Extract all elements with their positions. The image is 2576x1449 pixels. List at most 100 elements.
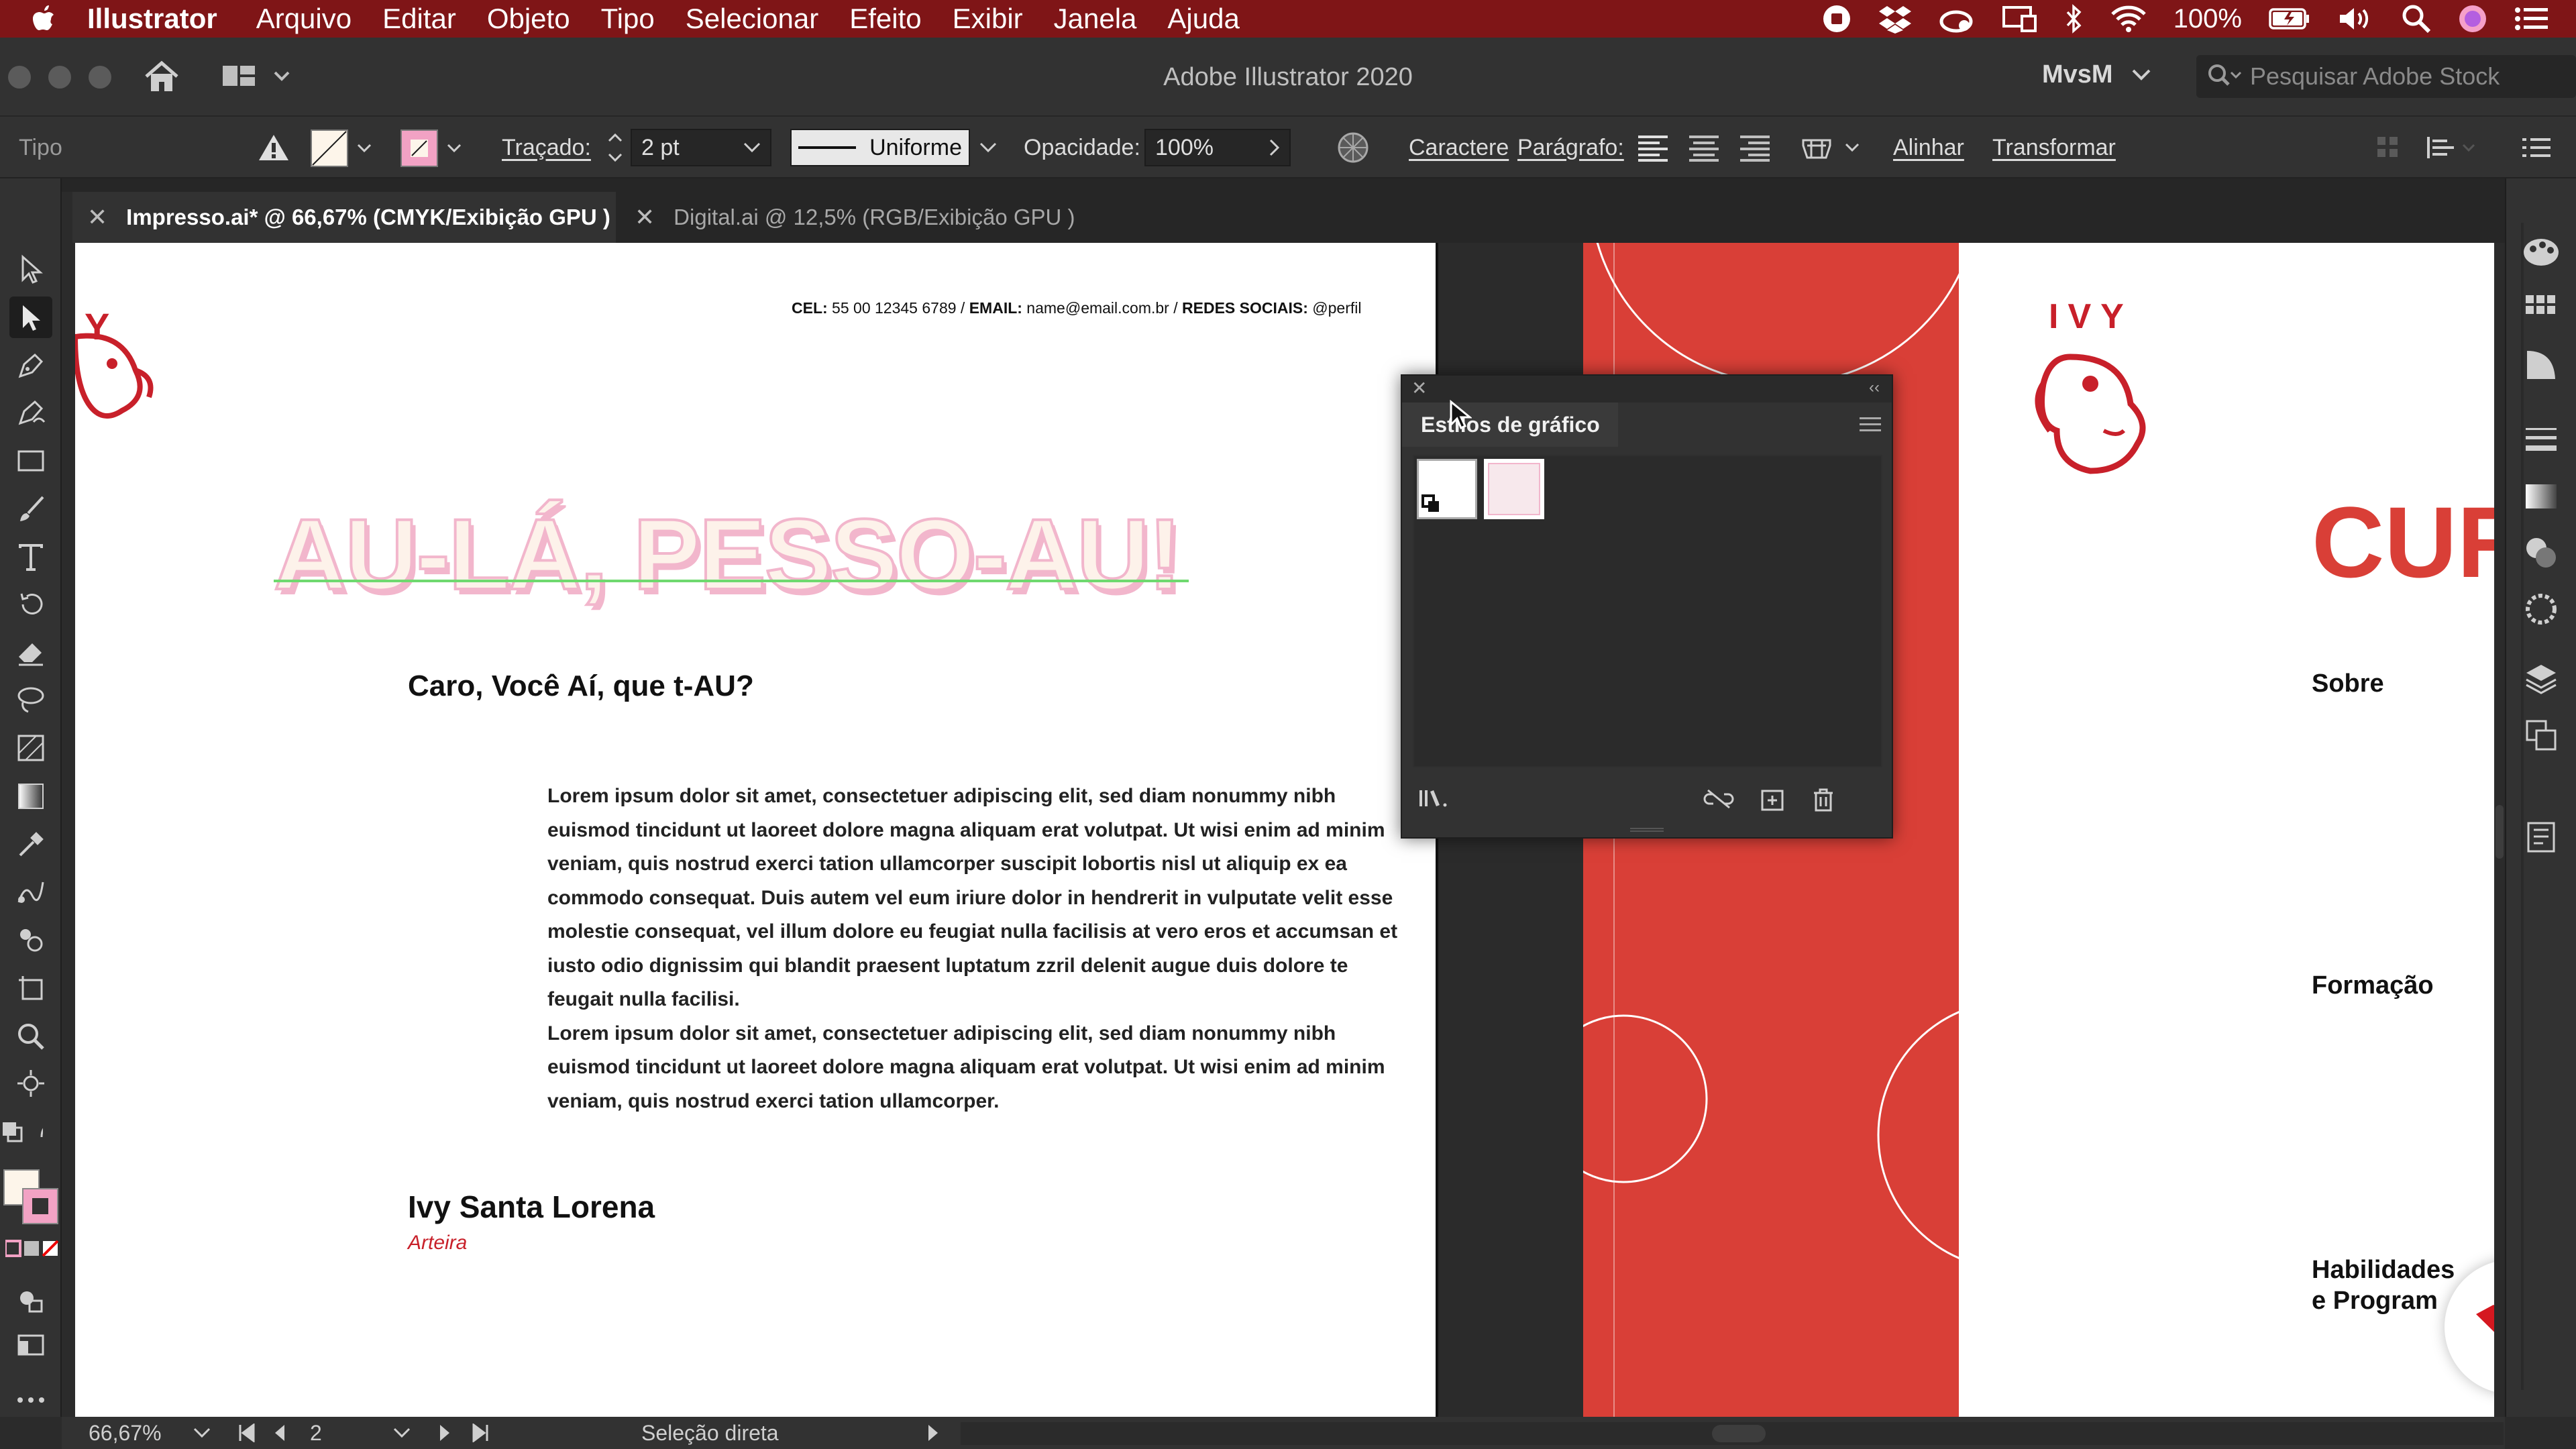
creative-cloud-icon[interactable] bbox=[1939, 4, 1975, 34]
stroke-weight-field[interactable]: 2 pt bbox=[631, 129, 771, 166]
section-habilidades[interactable]: Habilidades bbox=[2312, 1256, 2455, 1285]
opacity-label[interactable]: Opacidade: bbox=[1024, 117, 1140, 178]
siri-icon[interactable] bbox=[2458, 4, 2487, 34]
status-menu-icon[interactable] bbox=[927, 1424, 941, 1442]
dock-scrollbar[interactable] bbox=[2521, 223, 2524, 1390]
panel-menu-icon[interactable] bbox=[2522, 117, 2552, 178]
vertical-scrollbar[interactable] bbox=[2494, 243, 2505, 1417]
graphic-styles-panel[interactable]: ✕ ‹‹ Estilos de gráfico bbox=[1401, 374, 1893, 839]
wifi-icon[interactable] bbox=[2110, 4, 2147, 34]
tab-digital[interactable]: ✕ Digital.ai @ 12,5% (RGB/Exibição GPU ) bbox=[620, 192, 1170, 243]
close-tab-icon[interactable]: ✕ bbox=[87, 203, 107, 231]
last-artboard-icon[interactable] bbox=[471, 1424, 490, 1442]
menu-efeito[interactable]: Efeito bbox=[849, 3, 921, 35]
layers-icon[interactable] bbox=[2521, 659, 2561, 699]
vertical-scroll-thumb[interactable] bbox=[2496, 805, 2504, 859]
adobe-stock-search-input[interactable]: Pesquisar Adobe Stock bbox=[2196, 55, 2576, 98]
display-icon[interactable] bbox=[2002, 4, 2037, 34]
trash-icon[interactable] bbox=[1811, 788, 1835, 812]
appearance-icon[interactable] bbox=[2521, 589, 2561, 629]
collapse-panel-icon[interactable]: ‹‹ bbox=[1869, 378, 1880, 397]
free-transform-tool-icon[interactable] bbox=[9, 727, 52, 769]
select-similar-icon[interactable] bbox=[2375, 117, 2402, 178]
apple-icon[interactable] bbox=[0, 5, 87, 33]
menu-ajuda[interactable]: Ajuda bbox=[1167, 3, 1239, 35]
tab-impresso[interactable]: ✕ Impresso.ai* @ 66,67% (CMYK/Exibição G… bbox=[72, 192, 616, 243]
bluetooth-icon[interactable] bbox=[2063, 4, 2084, 34]
menu-exibir[interactable]: Exibir bbox=[953, 3, 1023, 35]
dropbox-icon[interactable] bbox=[1878, 4, 1912, 34]
body-text[interactable]: Lorem ipsum dolor sit amet, consectetuer… bbox=[547, 780, 1413, 1118]
recolor-artwork-icon[interactable] bbox=[1336, 117, 1370, 178]
blend-tool-icon[interactable] bbox=[9, 872, 52, 914]
menu-objeto[interactable]: Objeto bbox=[487, 3, 570, 35]
battery-icon[interactable] bbox=[2269, 5, 2310, 32]
paintbrush-tool-icon[interactable] bbox=[9, 488, 52, 530]
rectangle-tool-icon[interactable] bbox=[9, 440, 52, 482]
draw-mode-icon[interactable] bbox=[9, 1279, 52, 1320]
greeting-heading[interactable]: Caro, Você Aí, que t-AU? bbox=[408, 669, 754, 703]
lasso-tool-icon[interactable] bbox=[9, 679, 52, 720]
first-artboard-icon[interactable] bbox=[237, 1424, 256, 1442]
zoom-level[interactable]: 66,67% bbox=[89, 1421, 162, 1446]
menu-arquivo[interactable]: Arquivo bbox=[256, 3, 352, 35]
artboard-impresso[interactable]: Y CEL: 55 00 12345 6789 / EMAIL: name@em… bbox=[75, 243, 1436, 1417]
color-mode-icons[interactable] bbox=[5, 1238, 59, 1258]
stroke-panel-icon[interactable] bbox=[2521, 420, 2561, 460]
artboards-icon[interactable] bbox=[2521, 715, 2561, 755]
break-link-icon[interactable] bbox=[1703, 788, 1735, 810]
next-artboard-icon[interactable] bbox=[439, 1424, 452, 1442]
opacity-field[interactable]: 100% bbox=[1144, 129, 1291, 166]
menu-janela[interactable]: Janela bbox=[1054, 3, 1137, 35]
chevron-down-icon[interactable] bbox=[193, 1428, 211, 1438]
graphic-styles-library-icon[interactable] bbox=[1418, 788, 1453, 810]
pink-style-swatch[interactable] bbox=[1484, 459, 1544, 519]
brushes-icon[interactable] bbox=[2521, 345, 2561, 385]
rotate-tool-icon[interactable] bbox=[9, 584, 52, 625]
stroke-label[interactable]: Traçado: bbox=[502, 117, 591, 178]
type-tool-icon[interactable] bbox=[9, 537, 52, 578]
warning-icon[interactable] bbox=[258, 117, 290, 178]
gradient-tool-icon[interactable] bbox=[9, 775, 52, 817]
chevron-down-icon[interactable] bbox=[979, 142, 997, 153]
stroke-color-swatch[interactable] bbox=[400, 117, 467, 178]
artboard-tool-icon[interactable] bbox=[9, 967, 52, 1009]
previous-artboard-icon[interactable] bbox=[272, 1424, 286, 1442]
symbol-sprayer-tool-icon[interactable] bbox=[9, 919, 52, 961]
screen-mode-icon[interactable] bbox=[9, 1324, 52, 1366]
signature-role[interactable]: Arteira bbox=[408, 1232, 467, 1254]
new-style-icon[interactable] bbox=[1760, 789, 1784, 812]
menu-tipo[interactable]: Tipo bbox=[601, 3, 655, 35]
workspace-switcher[interactable]: MvsM bbox=[2042, 60, 2151, 89]
horizontal-scroll-thumb[interactable] bbox=[1712, 1425, 1766, 1442]
panel-resize-grip[interactable] bbox=[1630, 828, 1664, 832]
volume-icon[interactable] bbox=[2337, 4, 2375, 34]
align-right-icon[interactable] bbox=[1739, 133, 1771, 162]
app-menu[interactable]: Illustrator bbox=[87, 3, 217, 35]
section-formacao[interactable]: Formação bbox=[2312, 971, 2434, 1000]
section-programas[interactable]: e Program bbox=[2312, 1287, 2438, 1316]
default-style-swatch[interactable] bbox=[1417, 459, 1477, 519]
eraser-tool-icon[interactable] bbox=[9, 632, 52, 674]
menu-editar[interactable]: Editar bbox=[382, 3, 456, 35]
swap-fill-stroke-icon[interactable] bbox=[0, 1111, 43, 1152]
arrange-icon[interactable] bbox=[2424, 117, 2478, 178]
close-tab-icon[interactable]: ✕ bbox=[635, 203, 655, 231]
tab-graphic-styles[interactable]: Estilos de gráfico bbox=[1402, 402, 1618, 447]
variable-width-profile-select[interactable]: Uniforme bbox=[790, 129, 970, 166]
curriculo-title[interactable]: CUR bbox=[2312, 484, 2505, 600]
chevron-down-icon[interactable] bbox=[393, 1428, 411, 1438]
pen-tool-icon[interactable] bbox=[9, 345, 52, 386]
zoom-tool-icon[interactable] bbox=[9, 1016, 52, 1057]
transform-panel-link[interactable]: Transformar bbox=[1992, 117, 2116, 178]
paragraph-panel-link[interactable]: Parágrafo: bbox=[1517, 117, 1624, 178]
artboard-number-field[interactable]: 2 bbox=[310, 1421, 322, 1446]
horizontal-scrollbar[interactable] bbox=[961, 1422, 2504, 1445]
canvas-area[interactable]: Y CEL: 55 00 12345 6789 / EMAIL: name@em… bbox=[62, 243, 2505, 1417]
character-panel-link[interactable]: Caractere bbox=[1409, 117, 1509, 178]
panel-header-strip[interactable]: ✕ ‹‹ bbox=[1402, 376, 1892, 402]
color-palette-icon[interactable] bbox=[2521, 232, 2561, 272]
more-tools-icon[interactable] bbox=[9, 1379, 52, 1421]
libraries-icon[interactable] bbox=[2521, 817, 2561, 857]
notification-center-icon[interactable] bbox=[2514, 5, 2549, 32]
